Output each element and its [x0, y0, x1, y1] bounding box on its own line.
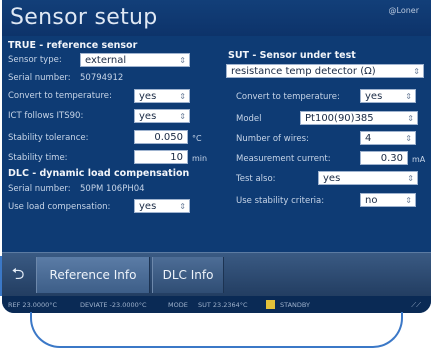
ref-its-value: yes [139, 111, 157, 122]
ref-serial-label: Serial number: [8, 73, 71, 83]
dlc-use-value: yes [139, 201, 157, 212]
sut-type-value: resistance temp detector (Ω) [231, 66, 376, 77]
sut-stab-value: no [365, 195, 378, 206]
sut-current-input[interactable]: 0.30 [360, 151, 408, 165]
sut-test-value: yes [323, 173, 341, 184]
ref-stab-time-input[interactable]: 10 [134, 150, 188, 164]
brand-logo: @Loner [388, 6, 420, 15]
ref-its-label: ICT follows ITS90: [8, 111, 84, 121]
ref-convert-value: yes [139, 91, 157, 102]
ref-serial-value: 50794912 [80, 73, 124, 83]
sut-wires-value: 4 [365, 133, 372, 144]
status-standby: STANDBY [280, 301, 310, 309]
chevron-updown-icon: ⇕ [413, 67, 420, 76]
dlc-heading: DLC - dynamic load compensation [8, 168, 190, 179]
sut-model-select[interactable]: Pt100(90)385 ⇕ [300, 111, 418, 125]
chevron-updown-icon: ⇕ [405, 196, 412, 205]
status-ref: REF 23.0000°C [8, 301, 58, 309]
chevron-updown-icon: ⇕ [405, 134, 412, 143]
chevron-updown-icon: ⇕ [407, 114, 414, 123]
tab-reference-info[interactable]: Reference Info [36, 257, 150, 293]
sut-current-label: Measurement current: [236, 154, 331, 164]
chevron-updown-icon: ⇕ [179, 56, 186, 65]
ref-sensor-type-label: Sensor type: [8, 55, 62, 65]
status-bar: REF 23.0000°C DEVIATE -23.0000°C MODE SU… [2, 296, 431, 313]
dlc-serial-label: Serial number: [8, 184, 71, 194]
ref-its-select[interactable]: yes ⇕ [134, 109, 190, 123]
sut-current-unit: mA [412, 155, 426, 164]
chevron-updown-icon: ⇕ [179, 92, 186, 101]
chevron-updown-icon: ⇕ [179, 112, 186, 121]
ref-heading: TRUE - reference sensor [8, 40, 138, 51]
dlc-serial-value: 50PM 106PH04 [80, 184, 145, 194]
sut-convert-label: Convert to temperature: [236, 92, 340, 102]
sut-model-label: Model [236, 114, 262, 124]
ref-stab-time-label: Stability time: [8, 153, 68, 163]
chevron-updown-icon: ⇕ [179, 202, 186, 211]
sut-test-label: Test also: [236, 174, 276, 184]
callout-curve [30, 312, 403, 348]
status-indicator-icon [266, 300, 275, 309]
sut-stab-label: Use stability criteria: [236, 196, 325, 206]
sut-convert-select[interactable]: yes ⇕ [360, 89, 416, 103]
sut-heading: SUT - Sensor under test [228, 50, 356, 61]
signal-icon: ⟋⟋ [411, 301, 421, 309]
ref-convert-label: Convert to temperature: [8, 91, 112, 101]
ref-convert-select[interactable]: yes ⇕ [134, 89, 190, 103]
dlc-use-label: Use load compensation: [8, 202, 111, 212]
sut-test-select[interactable]: yes ⇕ [318, 171, 418, 185]
ref-stability-unit: °C [192, 134, 202, 143]
sut-wires-select[interactable]: 4 ⇕ [360, 131, 416, 145]
sut-wires-label: Number of wires: [236, 134, 309, 144]
device-screen: Sensor setup @Loner TRUE - reference sen… [2, 0, 431, 313]
ref-sensor-type-select[interactable]: external ⇕ [80, 53, 190, 67]
title-bar: Sensor setup @Loner [2, 0, 431, 36]
ref-sensor-type-value: external [85, 55, 127, 66]
ref-stab-time-unit: min [192, 154, 208, 163]
ref-stability-input[interactable]: 0.050 [134, 130, 188, 144]
dlc-use-select[interactable]: yes ⇕ [134, 199, 190, 213]
chevron-updown-icon: ⇕ [405, 92, 412, 101]
page-title: Sensor setup [10, 5, 158, 30]
tab-dlc-info[interactable]: DLC Info [152, 257, 224, 293]
status-mode: MODE [168, 301, 188, 309]
status-deviate: DEVIATE -23.0000°C [80, 301, 147, 309]
tab-bar: ⮌ Reference Info DLC Info [2, 252, 431, 297]
sut-type-select[interactable]: resistance temp detector (Ω) ⇕ [226, 64, 424, 78]
back-arrow-icon[interactable]: ⮌ [8, 263, 28, 285]
status-sut: SUT 23.2364°C [198, 301, 248, 309]
ref-stability-label: Stability tolerance: [8, 133, 89, 143]
sut-convert-value: yes [365, 91, 383, 102]
sut-model-value: Pt100(90)385 [305, 113, 374, 124]
settings-panel: TRUE - reference sensor Sensor type: ext… [2, 36, 431, 252]
chevron-updown-icon: ⇕ [407, 174, 414, 183]
sut-stab-select[interactable]: no ⇕ [360, 193, 416, 207]
